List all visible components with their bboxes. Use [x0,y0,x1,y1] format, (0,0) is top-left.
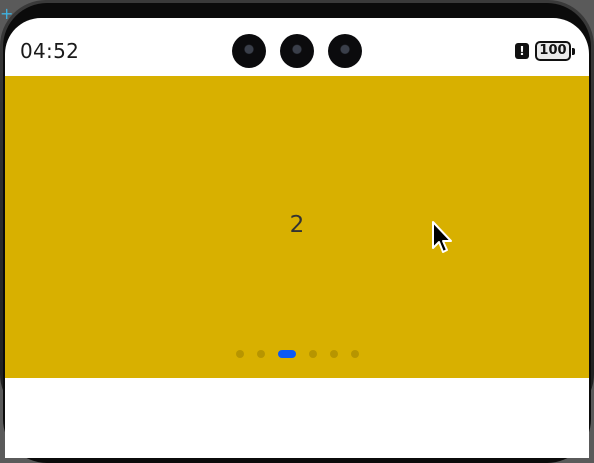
battery-tip [572,47,575,55]
camera-cluster [232,34,362,68]
phone-screen: 04:52 ! 100 2 [5,18,589,458]
page-dot[interactable] [329,350,338,358]
slide-number: 2 [289,212,305,238]
camera-lens-icon [280,34,314,68]
page-dot-active[interactable] [277,350,296,358]
alert-icon: ! [515,43,529,59]
page-dot[interactable] [235,350,244,358]
battery-level: 100 [535,41,571,61]
camera-lens-icon [232,34,266,68]
page-dot[interactable] [308,350,317,358]
status-time: 04:52 [20,39,80,63]
battery-icon: 100 [535,41,575,61]
camera-lens-icon [328,34,362,68]
page-dot[interactable] [256,350,265,358]
status-icons: ! 100 [515,41,575,61]
status-bar: 04:52 ! 100 [5,18,589,76]
page-dot[interactable] [350,350,359,358]
swiper-carousel[interactable]: 2 [5,76,589,378]
mouse-pointer-icon [432,221,452,253]
page-indicator[interactable] [5,350,589,358]
